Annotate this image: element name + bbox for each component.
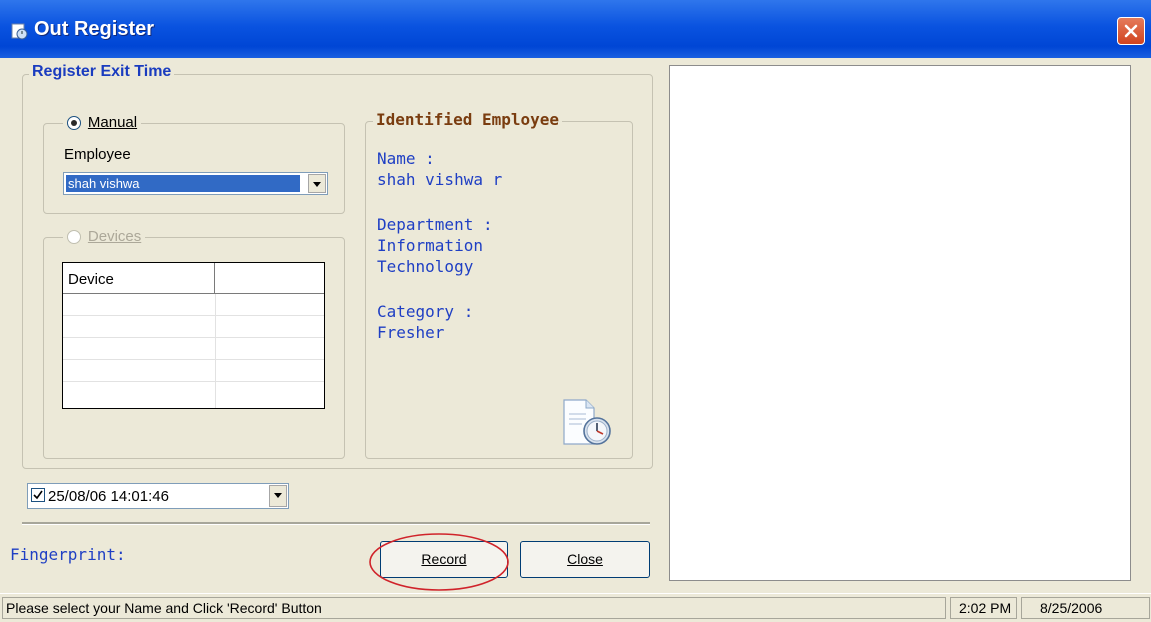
name-label: Name : [377,149,435,168]
extra-column-header[interactable] [215,263,324,294]
datetime-dropdown-button[interactable] [269,485,287,507]
close-button-label: Close [567,551,603,567]
manual-label: Manual [87,114,138,131]
devices-label: Devices [87,228,142,245]
table-row[interactable] [63,294,324,316]
column-divider [215,294,216,408]
category-label: Category : [377,302,474,321]
fingerprint-display-pane[interactable] [669,65,1131,581]
manual-group [43,123,345,214]
record-highlight-ellipse [369,533,509,591]
category-value: Fresher [377,323,445,342]
status-message: Please select your Name and Click 'Recor… [2,597,946,619]
manual-radio-option[interactable]: Manual [63,114,142,131]
exit-datetime-picker[interactable]: 25/08/06 14:01:46 [27,483,289,509]
employee-selected-value: shah vishwa [65,174,301,193]
employee-dropdown-button[interactable] [308,174,326,193]
identified-employee-legend: Identified Employee [373,110,563,129]
device-column-label: Device [68,271,114,288]
document-clock-icon [563,399,611,445]
employee-label: Employee [64,146,131,163]
table-row[interactable] [63,382,324,404]
status-bar: Please select your Name and Click 'Recor… [0,593,1151,622]
device-table[interactable]: Device [62,262,325,409]
app-icon [11,23,28,40]
department-value-line2: Technology [377,257,474,276]
device-column-header[interactable]: Device [63,263,215,294]
close-icon [1124,24,1138,38]
table-row[interactable] [63,316,324,338]
name-value: shah vishwa r [377,170,503,189]
department-value-line1: Information [377,236,483,255]
table-row[interactable] [63,360,324,382]
manual-radio[interactable] [67,116,81,131]
separator [22,522,650,525]
devices-radio-option[interactable]: Devices [63,228,146,245]
devices-radio[interactable] [67,230,81,245]
status-date: 8/25/2006 [1021,597,1150,619]
register-exit-time-legend: Register Exit Time [29,63,175,81]
close-button[interactable]: Close [520,541,650,578]
window-title: Out Register [34,18,155,40]
datetime-value[interactable]: 25/08/06 14:01:46 [48,488,169,505]
table-row[interactable] [63,338,324,360]
status-time: 2:02 PM [950,597,1017,619]
department-label: Department : [377,215,493,234]
fingerprint-label: Fingerprint: [10,545,126,564]
title-bar[interactable]: Out Register [0,0,1151,58]
employee-details: Name : shah vishwa r Department : Inform… [377,148,502,343]
employee-combobox[interactable]: shah vishwa [63,172,328,195]
datetime-checkbox[interactable] [31,488,45,502]
checkmark-icon [33,490,43,500]
close-window-button[interactable] [1117,17,1145,45]
